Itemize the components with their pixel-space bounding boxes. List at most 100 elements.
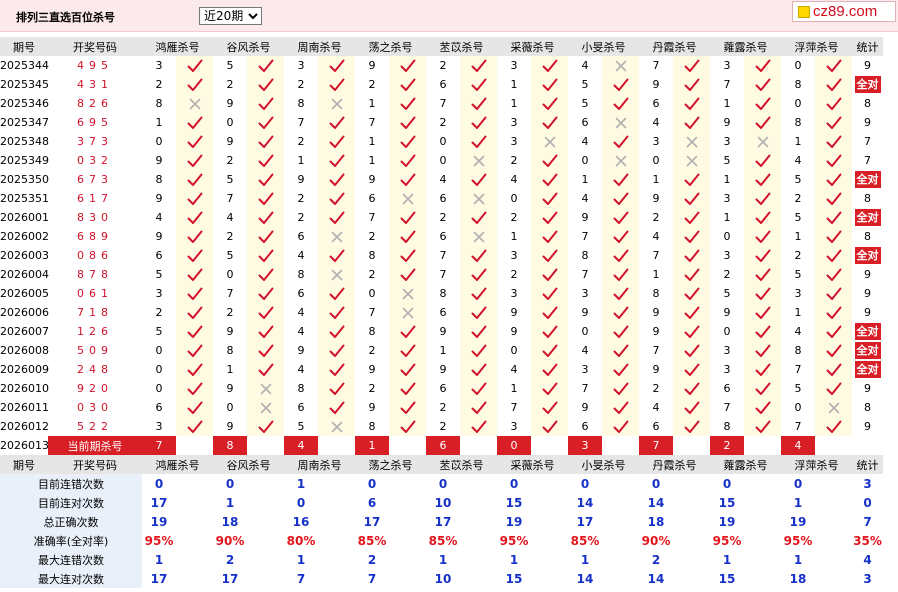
cross-icon [757, 136, 768, 147]
stat-cell: 9 [864, 382, 871, 395]
kill-number-cell: 5 [155, 268, 163, 281]
kill-number-cell: 1 [794, 230, 802, 243]
kill-number-cell: 9 [226, 325, 234, 338]
kill-number-cell: 6 [723, 382, 731, 395]
result-mark-cell [318, 265, 355, 284]
check-icon [471, 363, 486, 376]
cross-icon [331, 421, 342, 432]
kill-number-cell: 7 [510, 401, 518, 414]
current-kill-number: 2 [710, 436, 744, 455]
result-mark-cell [815, 360, 852, 379]
stat-blank [673, 512, 710, 531]
check-icon [755, 401, 770, 414]
result-mark-cell [744, 151, 781, 170]
result-mark-cell [744, 398, 781, 417]
check-icon [542, 116, 557, 129]
result-mark-cell [460, 94, 497, 113]
kill-number-cell: 4 [581, 192, 589, 205]
stat-blank [531, 550, 568, 569]
current-blank-cell [389, 436, 426, 455]
kill-number-cell: 6 [439, 230, 447, 243]
stat-blank [389, 531, 426, 550]
check-icon [613, 230, 628, 243]
check-icon [329, 325, 344, 338]
kill-number-cell: 5 [297, 420, 305, 433]
check-icon [471, 344, 486, 357]
header-expert: 谷风杀号 [213, 455, 284, 474]
result-mark-cell [602, 417, 639, 436]
kill-number-cell: 7 [297, 116, 305, 129]
stat-value: 6 [367, 495, 377, 510]
stat-blank [602, 531, 639, 550]
kill-number-cell: 9 [652, 192, 660, 205]
result-mark-cell [673, 151, 710, 170]
check-icon [471, 382, 486, 395]
result-mark-cell [815, 284, 852, 303]
result-mark-cell [531, 322, 568, 341]
check-icon [471, 135, 486, 148]
check-icon [258, 344, 273, 357]
check-icon [258, 211, 273, 224]
result-mark-cell [389, 113, 426, 132]
result-mark-cell [247, 303, 284, 322]
check-icon [400, 401, 415, 414]
kill-number-cell: 9 [723, 116, 731, 129]
stat-value: 1 [296, 476, 306, 491]
period-cell: 2026003 [0, 249, 49, 262]
check-icon [755, 154, 770, 167]
stat-value: 1 [154, 552, 164, 567]
header-expert: 丹霞杀号 [639, 455, 710, 474]
kill-number-cell: 0 [226, 116, 234, 129]
check-icon [187, 287, 202, 300]
kill-number-cell: 4 [510, 363, 518, 376]
kill-number-cell: 7 [652, 59, 660, 72]
result-mark-cell [176, 189, 213, 208]
kill-number-cell: 2 [155, 306, 163, 319]
result-mark-cell [460, 284, 497, 303]
result-mark-cell [176, 360, 213, 379]
all-correct-badge: 全对 [854, 361, 881, 378]
result-mark-cell [673, 341, 710, 360]
check-icon [258, 173, 273, 186]
header-stat: 统计 [852, 37, 883, 56]
result-mark-cell [247, 417, 284, 436]
kill-number-cell: 9 [652, 363, 660, 376]
stat-value: 1 [580, 552, 590, 567]
check-icon [329, 382, 344, 395]
open-number-cell: 086 [77, 249, 113, 262]
kill-number-cell: 5 [581, 97, 589, 110]
current-kill-number: 7 [639, 436, 673, 455]
check-icon [258, 135, 273, 148]
result-mark-cell [531, 379, 568, 398]
kill-number-cell: 0 [155, 344, 163, 357]
header-open-number: 开奖号码 [48, 455, 142, 474]
check-icon [826, 306, 841, 319]
period-range-select[interactable]: 近20期 [199, 7, 262, 25]
result-mark-cell [815, 113, 852, 132]
result-mark-cell [247, 322, 284, 341]
kill-number-cell: 1 [510, 382, 518, 395]
open-number-cell: 248 [77, 363, 113, 376]
check-icon [826, 287, 841, 300]
check-icon [684, 78, 699, 91]
stat-blank [744, 474, 781, 493]
kill-number-cell: 9 [652, 325, 660, 338]
result-mark-cell [815, 56, 852, 75]
period-cell: 2025344 [0, 59, 49, 72]
kill-number-cell: 2 [226, 306, 234, 319]
kill-number-cell: 3 [155, 59, 163, 72]
result-mark-cell [176, 208, 213, 227]
result-mark-cell [673, 113, 710, 132]
stat-cell: 9 [864, 268, 871, 281]
header-period: 期号 [0, 455, 48, 474]
table-row: 2025345 431 2 2 2 2 6 1 5 9 7 8 全对 [0, 75, 883, 94]
check-icon [258, 249, 273, 262]
header-expert: 采薇杀号 [497, 37, 568, 56]
kill-number-cell: 1 [581, 173, 589, 186]
result-mark-cell [744, 341, 781, 360]
kill-number-cell: 2 [226, 154, 234, 167]
site-logo[interactable]: cz89.com [792, 1, 896, 22]
result-mark-cell [389, 227, 426, 246]
result-mark-cell [673, 56, 710, 75]
open-number-cell: 689 [77, 230, 113, 243]
